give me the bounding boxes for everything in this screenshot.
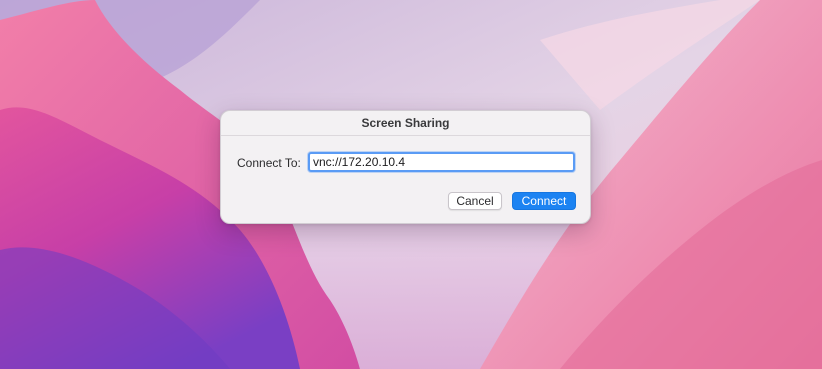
desktop: Screen Sharing Connect To: Cancel Connec… <box>0 0 822 369</box>
cancel-button[interactable]: Cancel <box>448 192 502 210</box>
connect-to-label: Connect To: <box>237 156 301 170</box>
address-input[interactable] <box>308 152 575 172</box>
connect-button[interactable]: Connect <box>512 192 576 210</box>
connect-row: Connect To: <box>221 152 590 174</box>
dialog-title: Screen Sharing <box>221 111 590 136</box>
screen-sharing-dialog: Screen Sharing Connect To: Cancel Connec… <box>220 110 591 224</box>
